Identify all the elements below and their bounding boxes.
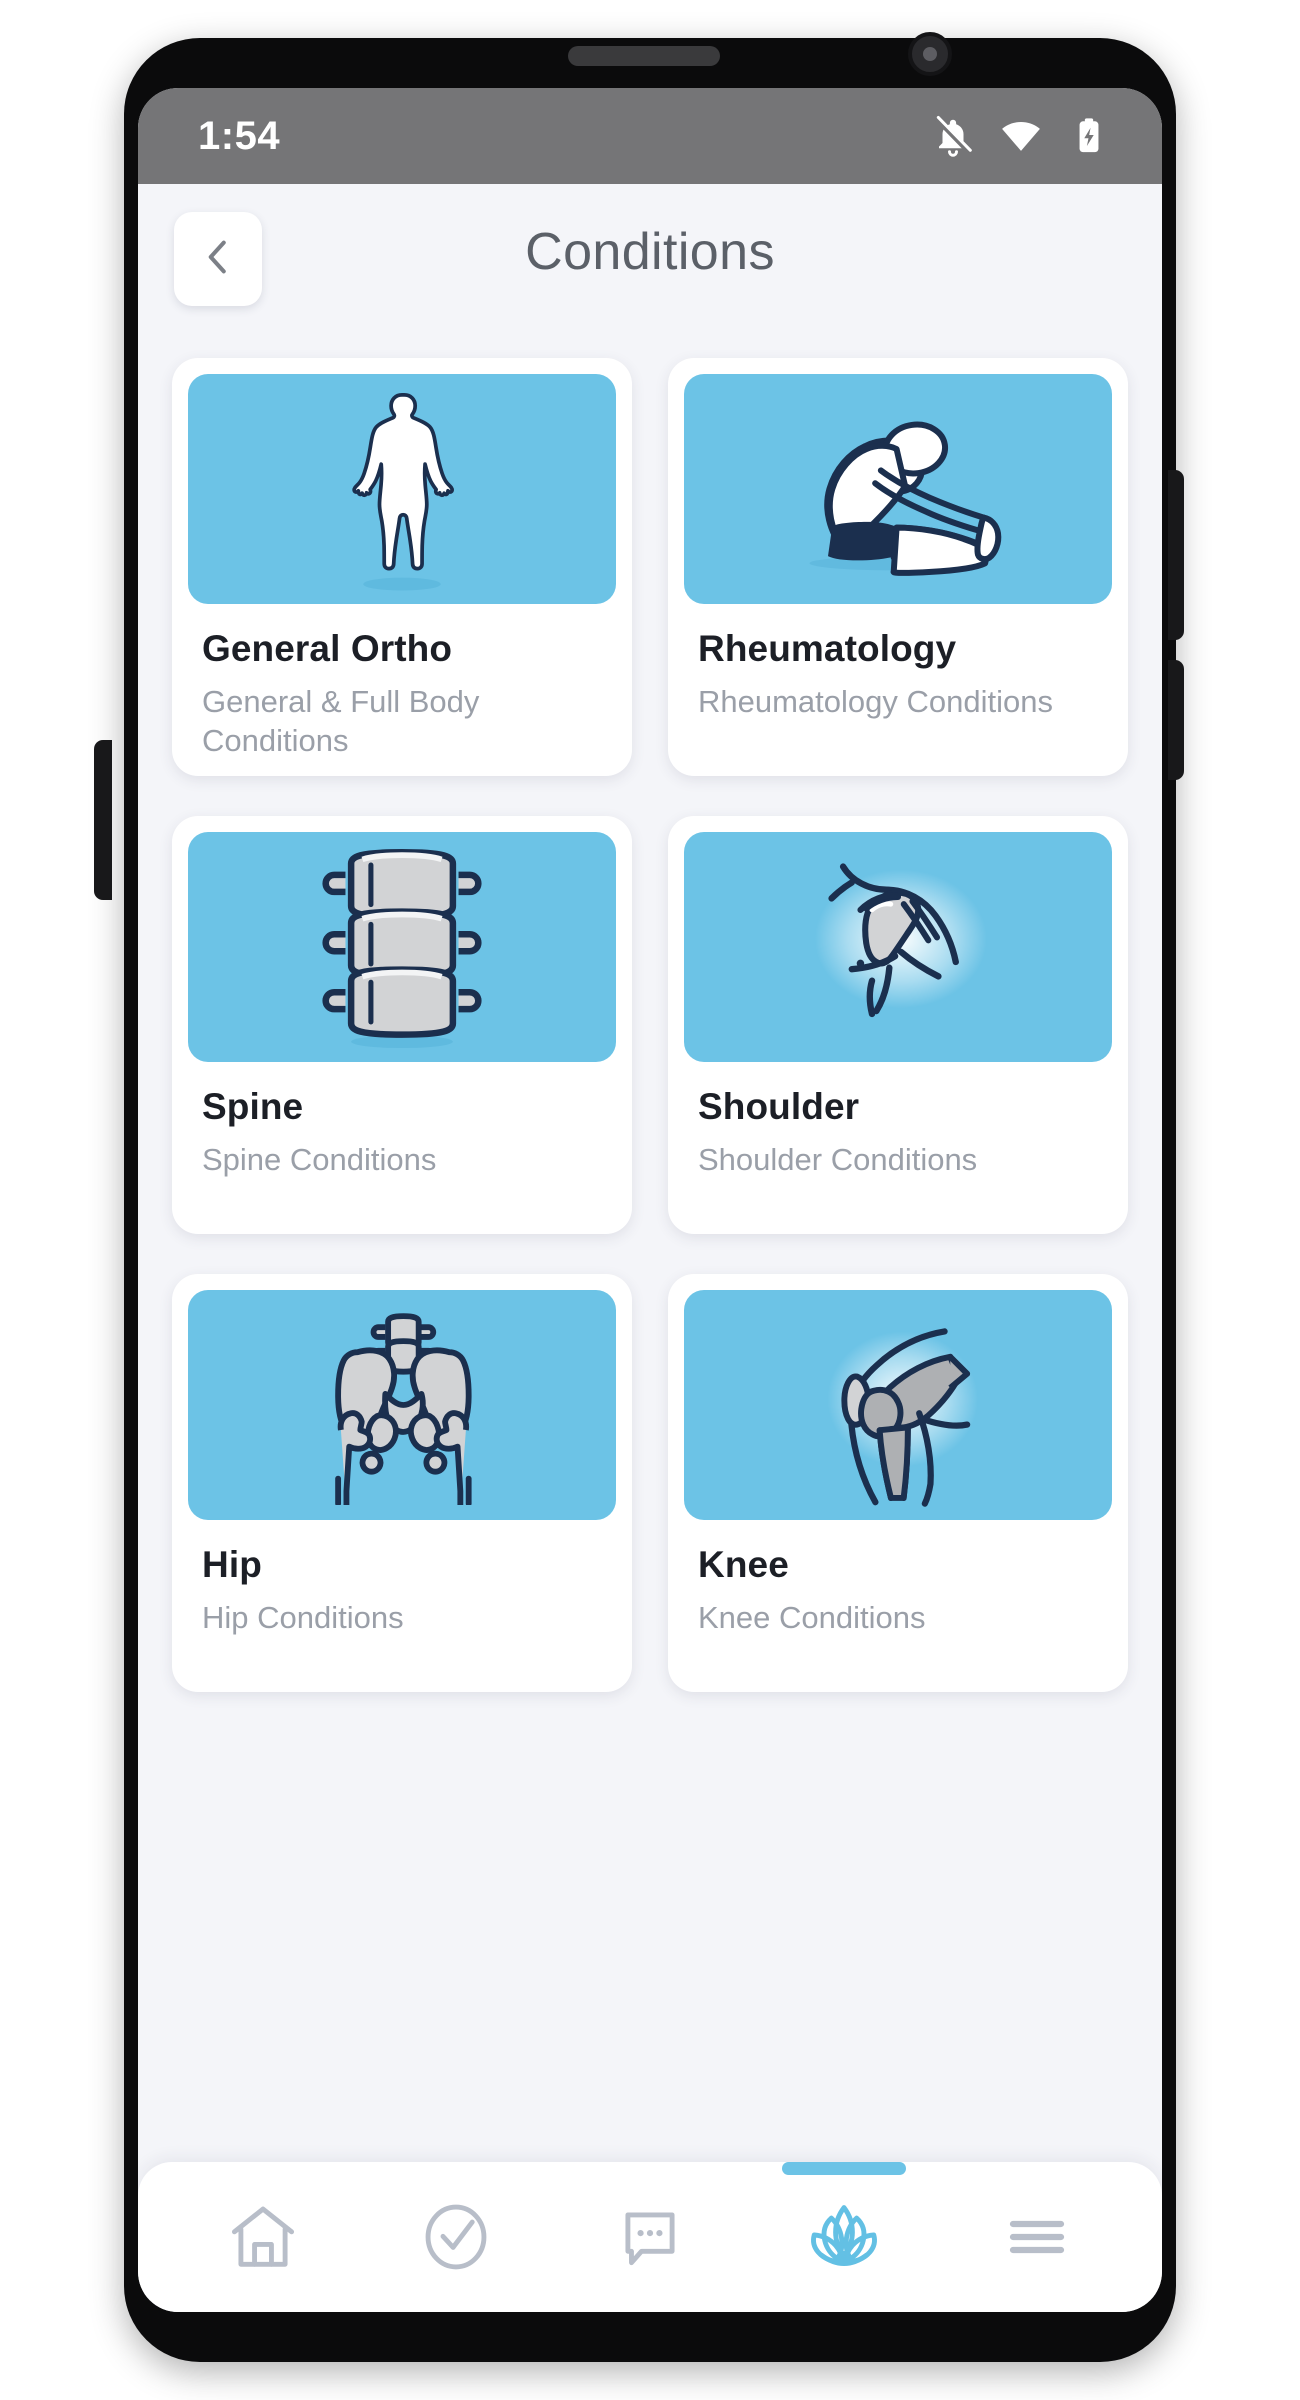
conditions-grid: General Ortho General & Full Body Condit… bbox=[138, 344, 1162, 1692]
card-title: Spine bbox=[202, 1086, 304, 1127]
nav-item-messages[interactable] bbox=[580, 2162, 720, 2312]
card-title: Rheumatology bbox=[698, 628, 957, 669]
card-title: Knee bbox=[698, 1544, 789, 1585]
status-time: 1:54 bbox=[198, 113, 281, 158]
notifications-off-icon bbox=[932, 115, 974, 157]
pelvis-bones-illustration bbox=[188, 1290, 616, 1520]
status-bar: 1:54 bbox=[138, 88, 1162, 184]
nav-item-home[interactable] bbox=[193, 2162, 333, 2312]
full-body-silhouette-illustration bbox=[188, 374, 616, 604]
knee-joint-anatomy-illustration bbox=[684, 1290, 1112, 1520]
card-title: Shoulder bbox=[698, 1086, 860, 1127]
battery-charging-icon bbox=[1068, 115, 1110, 157]
check-circle-icon bbox=[417, 2198, 495, 2276]
app-header: Conditions bbox=[138, 184, 1162, 344]
device-stage: 1:54 Conditions General Ortho General & … bbox=[0, 0, 1300, 2400]
condition-card-hip[interactable]: Hip Hip Conditions bbox=[172, 1274, 632, 1692]
earpiece-speaker bbox=[568, 46, 720, 66]
vertebrae-stack-illustration bbox=[188, 832, 616, 1062]
condition-card-spine[interactable]: Spine Spine Conditions bbox=[172, 816, 632, 1234]
hamburger-menu-icon bbox=[998, 2198, 1076, 2276]
nav-item-tasks[interactable] bbox=[386, 2162, 526, 2312]
card-subtitle: Knee Conditions bbox=[698, 1600, 926, 1635]
bottom-navigation-bar bbox=[138, 2162, 1162, 2312]
card-subtitle: Shoulder Conditions bbox=[698, 1142, 978, 1177]
condition-card-rheumatology[interactable]: Rheumatology Rheumatology Conditions bbox=[668, 358, 1128, 776]
status-icons bbox=[932, 115, 1110, 157]
card-subtitle: Hip Conditions bbox=[202, 1600, 404, 1635]
card-title: General Ortho bbox=[202, 628, 453, 669]
card-title: Hip bbox=[202, 1544, 262, 1585]
front-camera-icon bbox=[908, 32, 952, 76]
volume-button[interactable] bbox=[1168, 470, 1184, 640]
left-side-button[interactable] bbox=[94, 740, 112, 900]
seated-forward-fold-stretch-illustration bbox=[684, 374, 1112, 604]
chat-bubble-icon bbox=[611, 2198, 689, 2276]
condition-card-general-ortho[interactable]: General Ortho General & Full Body Condit… bbox=[172, 358, 632, 776]
nav-item-wellness[interactable] bbox=[774, 2162, 914, 2312]
shoulder-joint-anatomy-illustration bbox=[684, 832, 1112, 1062]
card-subtitle: Spine Conditions bbox=[202, 1142, 437, 1177]
home-icon bbox=[224, 2198, 302, 2276]
power-button[interactable] bbox=[1168, 660, 1184, 780]
condition-card-knee[interactable]: Knee Knee Conditions bbox=[668, 1274, 1128, 1692]
card-subtitle: General & Full Body Conditions bbox=[202, 684, 480, 759]
phone-screen: 1:54 Conditions General Ortho General & … bbox=[138, 88, 1162, 2312]
page-title: Conditions bbox=[525, 223, 775, 281]
nav-item-menu[interactable] bbox=[967, 2162, 1107, 2312]
wifi-icon bbox=[1000, 115, 1042, 157]
active-tab-indicator bbox=[781, 2162, 906, 2175]
lotus-icon bbox=[802, 2195, 886, 2279]
card-subtitle: Rheumatology Conditions bbox=[698, 684, 1053, 719]
condition-card-shoulder[interactable]: Shoulder Shoulder Conditions bbox=[668, 816, 1128, 1234]
